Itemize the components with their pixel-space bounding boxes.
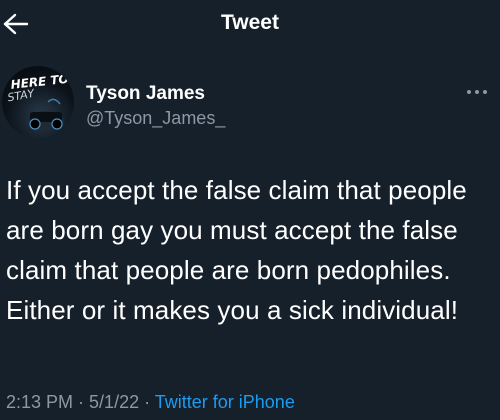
tweet-source-link[interactable]: Twitter for iPhone xyxy=(155,392,295,412)
meta-separator-2: · xyxy=(139,392,155,412)
meta-separator: · xyxy=(73,392,90,412)
author-handle[interactable]: @Tyson_James_ xyxy=(86,106,225,130)
page-title: Tweet xyxy=(221,11,279,34)
more-options-button[interactable] xyxy=(462,82,492,102)
tweet-text: If you accept the false claim that peopl… xyxy=(6,175,467,325)
avatar-image: HERE TO STAY xyxy=(6,72,69,130)
author-name[interactable]: Tyson James xyxy=(86,82,205,106)
avatar[interactable]: HERE TO STAY xyxy=(2,66,74,138)
tweet-detail-page: Tweet HERE TO STAY Tyson James @Tyson_Ja… xyxy=(0,0,500,420)
top-bar: Tweet xyxy=(0,0,500,50)
tweet-metadata: 2:13 PM · 5/1/22 · Twitter for iPhone xyxy=(6,390,295,414)
more-horizontal-icon xyxy=(467,90,487,94)
tweet-date[interactable]: 5/1/22 xyxy=(89,392,139,412)
tweet-time[interactable]: 2:13 PM xyxy=(6,392,73,412)
